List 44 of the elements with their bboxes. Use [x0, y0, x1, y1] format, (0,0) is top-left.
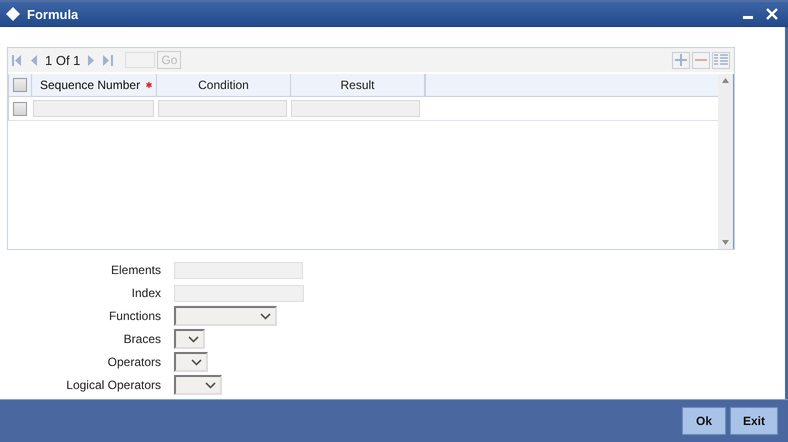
footer-button[interactable]: Ok [682, 407, 726, 435]
field-label: Index [130, 286, 161, 300]
column-header: Condition [198, 78, 249, 92]
dropdown[interactable] [174, 375, 222, 395]
table-cell-field[interactable] [291, 100, 420, 117]
first-page-icon[interactable] [12, 54, 22, 66]
table-cell-field[interactable] [158, 100, 287, 117]
plus-icon [675, 54, 687, 66]
table-cell-field[interactable] [33, 100, 154, 117]
column-header: Sequence Number [40, 78, 140, 92]
dropdown[interactable] [174, 352, 208, 372]
dropdown[interactable] [174, 306, 277, 326]
field-label: Braces [122, 332, 161, 346]
select-all-checkbox[interactable] [13, 78, 27, 92]
add-row-button[interactable] [672, 52, 690, 68]
footer-button[interactable]: Exit [730, 407, 778, 435]
field-label: Functions [108, 309, 161, 323]
window-title: Formula [27, 6, 78, 22]
last-page-icon[interactable] [103, 54, 114, 66]
column-header: Result [340, 78, 374, 92]
chevron-down-icon [205, 382, 216, 388]
chevron-down-icon [188, 336, 199, 342]
next-page-icon[interactable] [88, 54, 96, 66]
delete-row-button[interactable] [692, 52, 710, 68]
page-indicator: 1 Of 1 [45, 52, 80, 68]
list-icon [714, 54, 728, 66]
field-label: Elements [110, 263, 161, 277]
text-field[interactable] [174, 284, 304, 302]
vertical-scrollbar[interactable] [718, 74, 734, 249]
close-icon[interactable] [766, 8, 778, 20]
required-icon [146, 82, 152, 88]
chevron-down-icon [260, 312, 271, 320]
text-field[interactable] [174, 262, 303, 278]
row-checkbox[interactable] [13, 102, 27, 116]
previous-page-icon[interactable] [30, 54, 37, 66]
chevron-down-icon [191, 358, 202, 366]
columns-button[interactable] [712, 52, 730, 68]
page-number-field[interactable] [125, 52, 156, 68]
diamond-icon [5, 6, 21, 22]
field-label: Operators [106, 355, 161, 369]
field-label: Logical Operators [65, 378, 161, 392]
scroll-up-icon[interactable] [722, 78, 729, 83]
scroll-down-icon[interactable] [722, 240, 729, 245]
dropdown[interactable] [174, 329, 205, 349]
